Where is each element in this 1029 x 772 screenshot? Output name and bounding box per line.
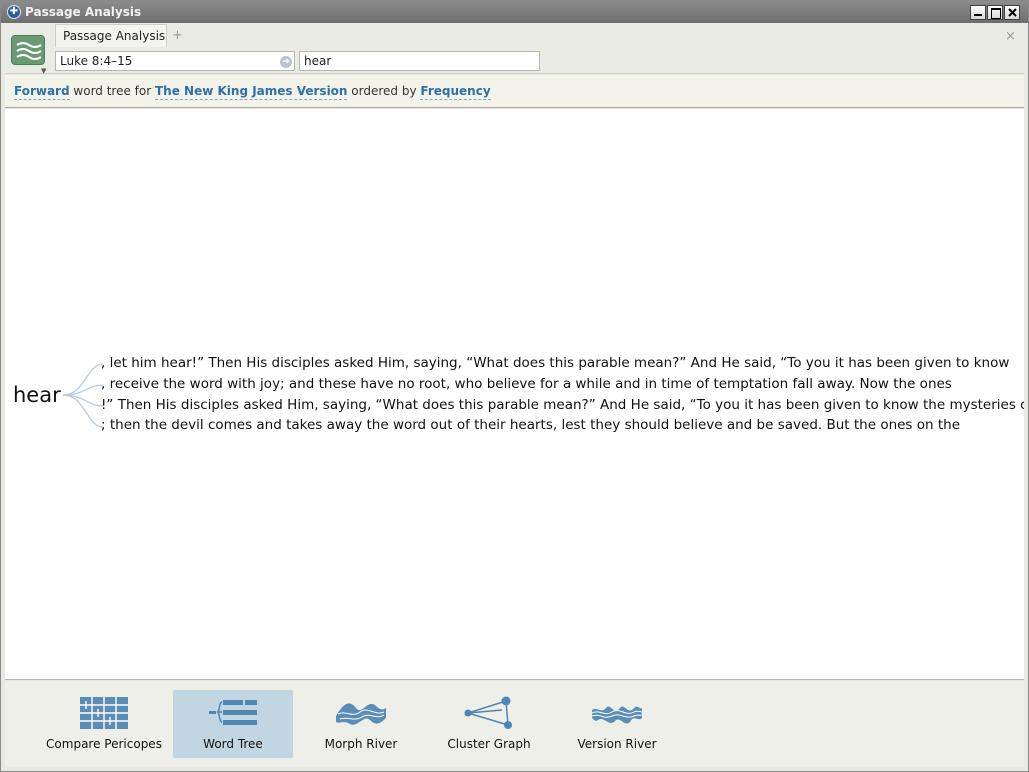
options-text-2: ordered by	[351, 84, 417, 98]
word-tree-button[interactable]: Word Tree	[173, 690, 293, 758]
tab-label: Passage Analysis	[63, 29, 166, 43]
close-panel-button[interactable]: ×	[1005, 29, 1016, 44]
tool-bar: Compare Pericopes Word Tree Morph River	[5, 681, 1024, 767]
word-tree-view: hear , let him hear!” Then His disciples…	[5, 109, 1024, 680]
options-text-1: word tree for	[73, 84, 152, 98]
tab-passage-analysis[interactable]: Passage Analysis	[55, 24, 167, 47]
compare-pericopes-button[interactable]: Compare Pericopes	[44, 690, 164, 758]
reference-input[interactable]: Luke 8:4–15	[55, 51, 295, 71]
word-tree-root[interactable]: hear	[13, 383, 61, 407]
app-window: ✚ Passage Analysis ▼ Passage Analysis + …	[0, 0, 1029, 772]
morph-river-icon	[336, 703, 386, 725]
title-bar: ✚ Passage Analysis	[1, 1, 1028, 23]
compare-pericopes-icon	[80, 697, 128, 729]
word-tree-branch[interactable]: !” Then His disciples asked Him, saying,…	[101, 397, 1024, 414]
chevron-down-icon[interactable]: ▼	[41, 67, 46, 75]
tool-label: Morph River	[324, 737, 398, 751]
version-river-button[interactable]: Version River	[557, 690, 677, 758]
panel-header: ▼ Passage Analysis + × Luke 8:4–15 ➔ hea…	[5, 23, 1024, 75]
word-tree-branch[interactable]: ; then the devil comes and takes away th…	[101, 417, 960, 434]
morph-river-button[interactable]: Morph River	[301, 690, 421, 758]
add-tab-button[interactable]: +	[172, 28, 183, 43]
cluster-graph-icon	[464, 696, 512, 729]
cluster-graph-button[interactable]: Cluster Graph	[429, 690, 549, 758]
maximize-button[interactable]	[987, 5, 1003, 20]
minimize-button[interactable]	[970, 5, 986, 20]
tool-label: Version River	[577, 737, 657, 751]
word-tree-branch[interactable]: , receive the word with joy; and these h…	[101, 376, 952, 393]
version-dropdown[interactable]: The New King James Version	[155, 84, 348, 100]
search-input[interactable]: hear	[299, 51, 540, 71]
order-dropdown[interactable]: Frequency	[420, 84, 491, 100]
direction-dropdown[interactable]: Forward	[14, 84, 70, 100]
window-title: Passage Analysis	[25, 5, 142, 19]
go-arrow-icon[interactable]: ➔	[280, 56, 292, 68]
version-river-icon	[592, 706, 642, 724]
app-icon: ✚	[7, 5, 21, 19]
branch-connectors	[62, 363, 104, 428]
tool-label: Compare Pericopes	[46, 737, 162, 751]
panel-menu-icon[interactable]	[11, 35, 45, 65]
options-bar: Forward word tree for The New King James…	[5, 75, 1024, 108]
word-tree-icon	[209, 700, 257, 725]
tool-label: Word Tree	[203, 737, 263, 751]
close-icon	[1008, 8, 1017, 17]
tool-label: Cluster Graph	[447, 737, 531, 751]
close-window-button[interactable]	[1004, 5, 1020, 20]
word-tree-branch[interactable]: , let him hear!” Then His disciples aske…	[101, 355, 1009, 372]
